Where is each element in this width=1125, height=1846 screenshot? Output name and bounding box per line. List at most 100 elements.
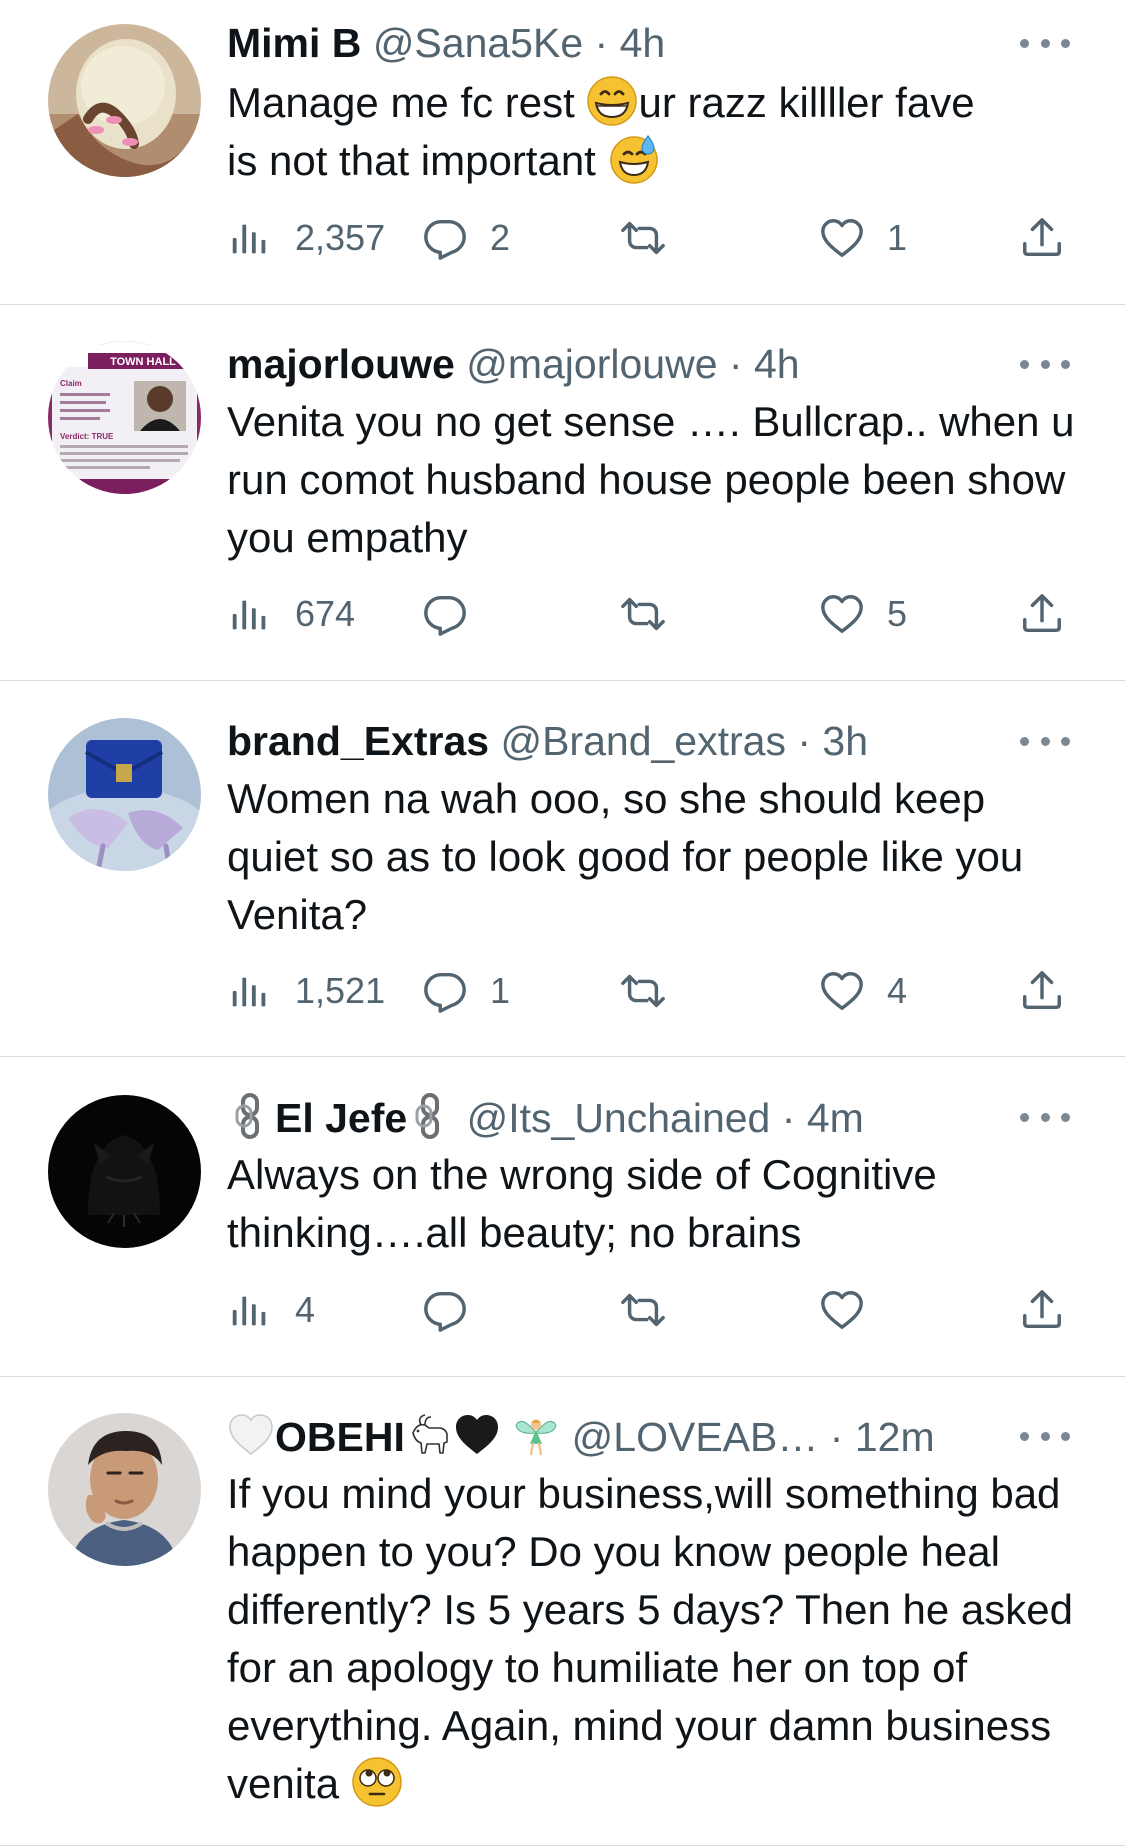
views-count: 1,521: [295, 970, 386, 1011]
like-button[interactable]: 4: [819, 961, 907, 1021]
tweet-header: El Jefe @Its_Unchained · 4m: [227, 1092, 1065, 1142]
white-heart-icon: [227, 1411, 275, 1459]
display-name[interactable]: El Jefe: [275, 1095, 407, 1141]
tweet-text-part: Manage me fc rest: [227, 79, 587, 126]
bar-chart-icon: [227, 591, 273, 637]
like-count: 4: [887, 970, 908, 1011]
tweet-actions: 4: [227, 1280, 1065, 1340]
avatar[interactable]: TOWN HALL Claim Verdict: TRUE: [48, 341, 201, 494]
like-button[interactable]: [819, 1280, 865, 1340]
more-dots-icon[interactable]: [1020, 716, 1070, 766]
user-handle[interactable]: @majorlouwe: [466, 341, 717, 387]
views-button[interactable]: 2,357: [227, 208, 385, 268]
display-name[interactable]: Mimi B: [227, 20, 361, 66]
share-button[interactable]: [1019, 208, 1065, 268]
retweet-button[interactable]: [620, 584, 666, 644]
tweet[interactable]: Mimi B @Sana5Ke · 4h Manage me fc rest u…: [0, 0, 1125, 305]
avatar[interactable]: [48, 24, 201, 177]
reply-count: 1: [490, 970, 511, 1011]
views-count: 4: [295, 1289, 316, 1330]
timestamp[interactable]: 3h: [822, 718, 868, 764]
user-handle[interactable]: @Brand_extras: [500, 718, 785, 764]
like-button[interactable]: 1: [819, 208, 907, 268]
views-button[interactable]: 674: [227, 584, 355, 644]
like-count: 5: [887, 593, 908, 634]
views-count: 674: [295, 593, 356, 634]
display-name[interactable]: brand_Extras: [227, 718, 489, 764]
share-upload-icon: [1019, 968, 1065, 1014]
bar-chart-icon: [227, 1287, 273, 1333]
timestamp[interactable]: 4h: [754, 341, 800, 387]
tweet-text: If you mind your business,will something…: [227, 1465, 1075, 1813]
retweet-icon: [620, 1287, 666, 1333]
display-name[interactable]: majorlouwe: [227, 341, 455, 387]
reply-bubble-icon: [422, 215, 468, 261]
tweet-actions: 674 5: [227, 584, 1065, 644]
reply-bubble-icon: [422, 1287, 468, 1333]
reply-bubble-icon: [422, 968, 468, 1014]
grinning-face-icon: [586, 75, 638, 127]
share-button[interactable]: [1019, 584, 1065, 644]
like-button[interactable]: 5: [819, 584, 907, 644]
tweet[interactable]: OBEHI @LOVEAB… · 12m If you mind your bu…: [0, 1377, 1125, 1846]
chain-icon: [227, 1092, 275, 1140]
tweet[interactable]: El Jefe @Its_Unchained · 4m Always on th…: [0, 1057, 1125, 1377]
like-count: 1: [887, 217, 908, 258]
share-button[interactable]: [1019, 1280, 1065, 1340]
user-handle[interactable]: @LOVEAB…: [572, 1414, 819, 1460]
avatar[interactable]: [48, 1413, 201, 1566]
reply-bubble-icon: [422, 591, 468, 637]
fairy-icon: [512, 1411, 560, 1459]
tweet-text: Manage me fc rest ur razz killller fave …: [227, 74, 1075, 190]
more-dots-icon[interactable]: [1020, 18, 1070, 68]
views-count: 2,357: [295, 217, 386, 258]
black-heart-icon: [453, 1411, 501, 1459]
display-name[interactable]: OBEHI: [275, 1414, 405, 1460]
heart-icon: [819, 968, 865, 1014]
tweet-actions: 2,357 2 1: [227, 208, 1065, 268]
separator-dot: ·: [829, 1414, 844, 1460]
share-upload-icon: [1019, 591, 1065, 637]
retweet-button[interactable]: [620, 1280, 666, 1340]
views-button[interactable]: 4: [227, 1280, 315, 1340]
avatar[interactable]: [48, 718, 201, 871]
reply-button[interactable]: 1: [422, 961, 510, 1021]
bar-chart-icon: [227, 215, 273, 261]
user-handle[interactable]: @Sana5Ke: [373, 20, 583, 66]
tweet-text: Always on the wrong side of Cognitive th…: [227, 1151, 937, 1256]
separator-dot: ·: [797, 718, 812, 764]
avatar[interactable]: [48, 1095, 201, 1248]
timestamp[interactable]: 4m: [807, 1095, 864, 1141]
tweet[interactable]: TOWN HALL Claim Verdict: TRUE majorlouwe…: [0, 305, 1125, 681]
share-upload-icon: [1019, 1287, 1065, 1333]
avatar-claim-text: Claim: [60, 379, 82, 388]
retweet-button[interactable]: [620, 208, 666, 268]
avatar-banner-text: TOWN HALL: [110, 356, 176, 368]
views-button[interactable]: 1,521: [227, 961, 385, 1021]
tweet-header: OBEHI @LOVEAB… · 12m: [227, 1411, 1065, 1461]
user-handle[interactable]: @Its_Unchained: [467, 1095, 771, 1141]
tweet-text-part: is not that important: [227, 137, 608, 184]
more-dots-icon[interactable]: [1020, 339, 1070, 389]
reply-button[interactable]: [422, 584, 468, 644]
separator-dot: ·: [728, 341, 743, 387]
tweet-header: majorlouwe @majorlouwe · 4h: [227, 339, 1065, 389]
reply-button[interactable]: [422, 1280, 468, 1340]
heart-icon: [819, 215, 865, 261]
reply-button[interactable]: 2: [422, 208, 510, 268]
tweet-text: Women na wah ooo, so she should keep qui…: [227, 775, 1024, 938]
goat-icon: [405, 1411, 453, 1459]
timestamp[interactable]: 12m: [855, 1414, 935, 1460]
share-upload-icon: [1019, 215, 1065, 261]
more-dots-icon[interactable]: [1020, 1092, 1070, 1142]
tweet[interactable]: brand_Extras @Brand_extras · 3h Women na…: [0, 681, 1125, 1057]
tweet-header: brand_Extras @Brand_extras · 3h: [227, 716, 1065, 766]
more-dots-icon[interactable]: [1020, 1411, 1070, 1461]
face-with-rolling-eyes-icon: [351, 1756, 403, 1808]
separator-dot: ·: [594, 20, 609, 66]
timestamp[interactable]: 4h: [620, 20, 666, 66]
retweet-button[interactable]: [620, 961, 666, 1021]
retweet-icon: [620, 591, 666, 637]
share-button[interactable]: [1019, 961, 1065, 1021]
separator-dot: ·: [781, 1095, 796, 1141]
